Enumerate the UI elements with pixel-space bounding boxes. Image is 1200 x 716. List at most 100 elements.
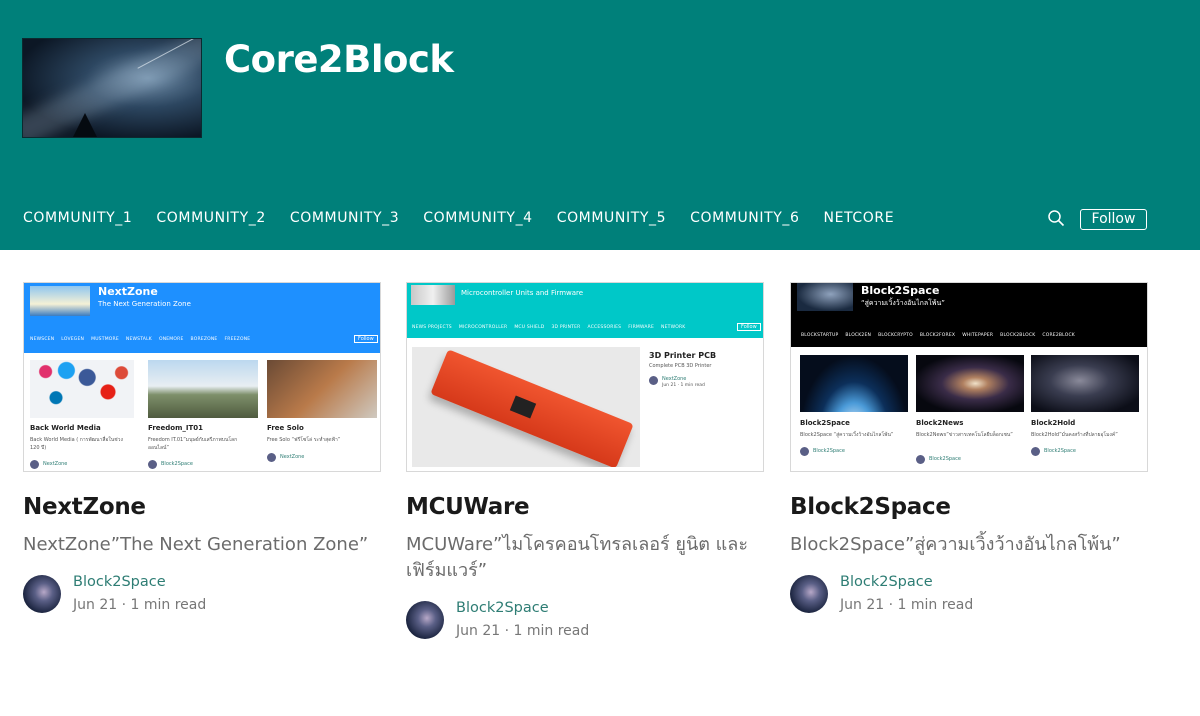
preview-nav-item: NEWSTALK (125, 337, 152, 342)
publication-title[interactable]: Core2Block (224, 38, 454, 81)
preview-nav-item: BLOCKCRYPTO (878, 333, 913, 338)
post-thumbnail[interactable]: Block2Space “สู่ความเวิ้งว้างอันไกลโพ้น”… (790, 282, 1148, 472)
preview-post-text: Free Solo “ฟรีโซโล่ ระห่ำสุดฟ้า” (267, 437, 341, 443)
read-time: 1 min read (130, 597, 207, 613)
preview-post-image-pcb (412, 347, 640, 467)
post-meta: Jun 21 · 1 min read (840, 597, 973, 613)
author-avatar[interactable] (406, 601, 444, 639)
preview-post-author: NextZone (280, 454, 305, 460)
preview-post-title: Block2Hold (1031, 419, 1076, 427)
preview-header: Microcontroller Units and Firmware NEWS … (407, 283, 763, 338)
preview-follow-button: Follow (737, 323, 761, 331)
preview-title: Block2Space (861, 284, 940, 297)
preview-nav-item: ACCESSORIES (587, 325, 622, 330)
post-subtitle[interactable]: NextZone”The Next Generation Zone” (23, 532, 381, 558)
preview-nav-item: MICROCONTROLLER (458, 325, 508, 330)
preview-nav-item: BLOCK2FOREX (919, 333, 956, 338)
publication-header: Core2Block COMMUNITY_1 COMMUNITY_2 COMMU… (0, 0, 1200, 250)
post-title[interactable]: Block2Space (790, 494, 1148, 520)
post-thumbnail[interactable]: NextZone The Next Generation Zone NEWSCE… (23, 282, 381, 472)
preview-post-text: Block2News”ข่าวสารเทคโนโลยีบล็อกเชน” (916, 432, 1013, 438)
nav-item-netcore[interactable]: NETCORE (824, 210, 895, 230)
post-card-block2space: Block2Space “สู่ความเวิ้งว้างอันไกลโพ้น”… (790, 282, 1148, 614)
preview-nav-item: BLOCK2EN (845, 333, 872, 338)
nav-item-community-5[interactable]: COMMUNITY_5 (557, 210, 666, 230)
meta-separator: · (888, 597, 894, 613)
preview-post-image-milkyway (1031, 355, 1139, 412)
preview-nav-item: NEWS PROJECTS (412, 325, 452, 330)
preview-author-avatar (267, 453, 276, 462)
nav-item-community-6[interactable]: COMMUNITY_6 (690, 210, 799, 230)
nav-item-community-3[interactable]: COMMUNITY_3 (290, 210, 399, 230)
preview-title: NextZone (98, 285, 158, 298)
preview-author-avatar (1031, 447, 1040, 456)
post-date[interactable]: Jun 21 (456, 623, 500, 639)
preview-author-avatar (800, 447, 809, 456)
post-thumbnail[interactable]: Microcontroller Units and Firmware NEWS … (406, 282, 764, 472)
search-icon[interactable] (1047, 209, 1065, 227)
post-card-nextzone: NextZone The Next Generation Zone NEWSCE… (23, 282, 381, 614)
preview-post-text: Complete PCB 3D Printer (649, 363, 712, 369)
preview-post-image-social (30, 360, 134, 418)
preview-post-image-climb (267, 360, 377, 418)
author-name-link[interactable]: Block2Space (840, 574, 933, 590)
preview-nav: NEWSCEN LOVEGEN MUSTMORE NEWSTALK ONEMOR… (30, 337, 257, 342)
publication-logo-image[interactable] (22, 38, 202, 138)
post-title[interactable]: NextZone (23, 494, 381, 520)
preview-logo (797, 283, 853, 311)
preview-nav-item: BOREZONE (190, 337, 218, 342)
follow-button[interactable]: Follow (1080, 209, 1147, 230)
preview-nav: NEWS PROJECTS MICROCONTROLLER MCU SHIELD… (412, 325, 692, 330)
nav-item-community-2[interactable]: COMMUNITY_2 (156, 210, 265, 230)
preview-header: Block2Space “สู่ความเวิ้งว้างอันไกลโพ้น”… (791, 283, 1147, 347)
milky-way-band (23, 39, 201, 137)
post-author-row: Block2Space Jun 21 · 1 min read (790, 572, 1148, 614)
preview-nav-item: CORE2BLOCK (1042, 333, 1075, 338)
post-author-row: Block2Space Jun 21 · 1 min read (23, 572, 381, 614)
post-subtitle[interactable]: Block2Space”สู่ความเวิ้งว้างอันไกลโพ้น” (790, 532, 1148, 558)
preview-post-title: 3D Printer PCB (649, 351, 717, 360)
preview-nav-item: MUSTMORE (91, 337, 119, 342)
preview-author-avatar (649, 376, 658, 385)
preview-post-image-mountain (148, 360, 258, 418)
read-time: 1 min read (513, 623, 590, 639)
publication-nav: COMMUNITY_1 COMMUNITY_2 COMMUNITY_3 COMM… (23, 210, 918, 230)
meta-separator: · (504, 623, 510, 639)
preview-nav-item: 3D PRINTER (551, 325, 581, 330)
preview-post-author: Block2Space (929, 456, 961, 462)
preview-post-image-galaxy (916, 355, 1024, 412)
nav-item-community-4[interactable]: COMMUNITY_4 (423, 210, 532, 230)
tree-silhouette (73, 113, 97, 137)
preview-post-text: Freedom IT.01”มนุษย์กับเสรีภาพบนโลกออนไล… (148, 437, 238, 451)
post-title[interactable]: MCUWare (406, 494, 764, 520)
preview-post-title: Back World Media (30, 424, 101, 432)
post-subtitle[interactable]: MCUWare”ไมโครคอนโทรลเลอร์ ยูนิต และ เฟิร… (406, 532, 764, 584)
preview-post-author: Block2Space (1044, 448, 1076, 454)
author-avatar[interactable] (790, 575, 828, 613)
preview-nav-item: FIRMWARE (628, 325, 655, 330)
preview-subtitle: Microcontroller Units and Firmware (461, 289, 584, 297)
nav-item-community-1[interactable]: COMMUNITY_1 (23, 210, 132, 230)
preview-logo (30, 286, 90, 316)
preview-post-text: Block2Hold”มั่นคงสร้างที่ปลายอุโมงค์” (1031, 432, 1118, 438)
preview-author-avatar (148, 460, 157, 469)
preview-nav-item: LOVEGEN (61, 337, 85, 342)
post-date[interactable]: Jun 21 (73, 597, 117, 613)
post-date[interactable]: Jun 21 (840, 597, 884, 613)
preview-post-title: Free Solo (267, 424, 304, 432)
author-name-link[interactable]: Block2Space (456, 600, 549, 616)
preview-nav-item: NETWORK (661, 325, 686, 330)
preview-subtitle: The Next Generation Zone (98, 300, 191, 308)
preview-nav-item: WHITEPAPER (962, 333, 994, 338)
post-meta: Jun 21 · 1 min read (456, 623, 589, 639)
preview-post-title: Block2Space (800, 419, 850, 427)
author-name-link[interactable]: Block2Space (73, 574, 166, 590)
preview-post-title: Block2News (916, 419, 964, 427)
preview-nav-item: ONEMORE (158, 337, 184, 342)
author-avatar[interactable] (23, 575, 61, 613)
preview-post-author: Block2Space (161, 461, 193, 467)
preview-logo (411, 285, 455, 305)
preview-nav-item: BLOCK2BLOCK (1000, 333, 1036, 338)
preview-nav-item: MCU SHIELD (514, 325, 545, 330)
preview-post-author: NextZone (662, 376, 687, 382)
